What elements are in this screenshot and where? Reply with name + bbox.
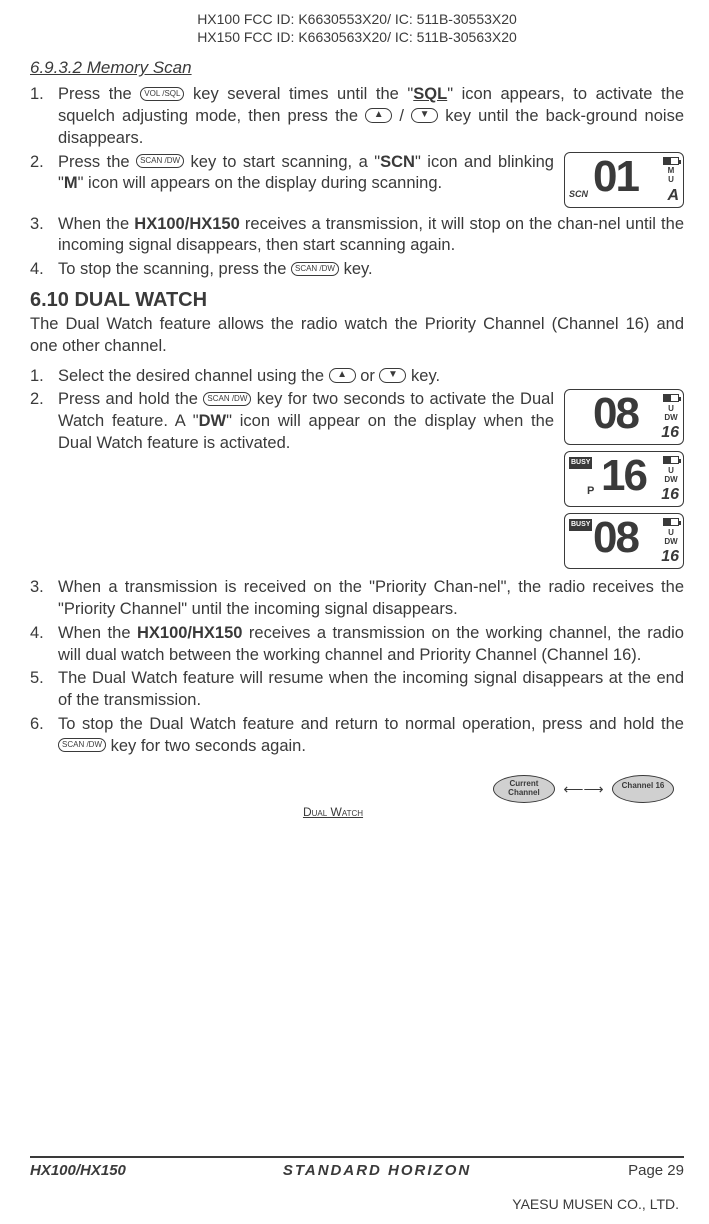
step-body: When the HX100/HX150 receives a transmis… [58,623,684,667]
dw-step-1: 1. Select the desired channel using the … [30,366,684,388]
step-body: The Dual Watch feature will resume when … [58,668,684,712]
channel-16-oval: Channel 16 [612,775,674,803]
step-number: 2. [30,389,58,575]
page-footer: HX100/HX150 STANDARD HORIZON Page 29 [30,1156,684,1179]
battery-icon [663,157,679,165]
step-3: 3. When the HX100/HX150 receives a trans… [30,214,684,258]
footer-model: HX100/HX150 [30,1162,126,1179]
step-body: Select the desired channel using the ▲ o… [58,366,684,388]
lcd-dw-1: 08 U DW 16 [564,389,684,445]
busy-indicator: BUSY [569,519,592,530]
down-key-icon: ▼ [411,108,438,123]
lcd-digits: 16 [601,454,646,498]
vol-sql-key-icon: VOL /SQL [140,87,184,101]
busy-indicator: BUSY [569,457,592,468]
step-number: 1. [30,84,58,149]
header-fcc-ids: HX100 FCC ID: K6630553X20/ IC: 511B-3055… [30,10,684,46]
dw-step-6: 6. To stop the Dual Watch feature and re… [30,714,684,758]
step-number: 5. [30,668,58,712]
scan-dw-key-icon: SCAN /DW [203,392,251,406]
arrows-icon: ⟵⟶ [563,781,603,798]
scan-dw-key-icon: SCAN /DW [58,738,106,752]
lcd-dw-2: BUSY P 16 U DW 16 [564,451,684,507]
dual-watch-steps: 1. Select the desired channel using the … [30,366,684,758]
footer-brand: STANDARD HORIZON [283,1162,471,1179]
step-number: 1. [30,366,58,388]
lcd-dw-3: BUSY 08 U DW 16 [564,513,684,569]
lcd-sub: 16 [661,425,679,441]
step-body: To stop the Dual Watch feature and retur… [58,714,684,758]
lcd-sub: 16 [661,487,679,503]
fcc-line-2: HX150 FCC ID: K6630563X20/ IC: 511B-3056… [30,28,684,46]
lcd-sub: A [667,188,679,204]
battery-icon [663,394,679,402]
dw-step-5: 5. The Dual Watch feature will resume wh… [30,668,684,712]
step-1: 1. Press the VOL /SQL key several times … [30,84,684,149]
lcd-scn-display: 01 SCN M U A [564,152,684,208]
lcd-digits: 08 [593,516,638,560]
step-body: 01 SCN M U A Press the SCAN /DW key to s… [58,152,684,212]
lcd-right-col: U DW [663,456,679,484]
step-number: 3. [30,214,58,258]
step-number: 4. [30,259,58,281]
down-key-icon: ▼ [379,368,406,383]
up-key-icon: ▲ [329,368,356,383]
step-body: Press the VOL /SQL key several times unt… [58,84,684,149]
dw-step-3: 3. When a transmission is received on th… [30,577,684,621]
dual-watch-diagram: CurrentChannel ⟵⟶ Channel 16 Dual Watch [30,775,684,819]
lcd-stack: 08 U DW 16 BUSY P 16 U DW [564,389,684,575]
step-number: 6. [30,714,58,758]
lcd-scn-label: SCN [569,189,588,201]
dw-step-4: 4. When the HX100/HX150 receives a trans… [30,623,684,667]
fcc-line-1: HX100 FCC ID: K6630553X20/ IC: 511B-3055… [30,10,684,28]
scan-dw-key-icon: SCAN /DW [291,262,339,276]
lcd-right-col: U DW [663,394,679,422]
footer-page: Page 29 [628,1162,684,1179]
up-key-icon: ▲ [365,108,392,123]
step-body: When the HX100/HX150 receives a transmis… [58,214,684,258]
footer-company: YAESU MUSEN CO., LTD. [512,1196,679,1212]
step-number: 4. [30,623,58,667]
dual-watch-intro: The Dual Watch feature allows the radio … [30,314,684,358]
dual-watch-label: Dual Watch [30,805,636,819]
step-body: When a transmission is received on the "… [58,577,684,621]
current-channel-oval: CurrentChannel [493,775,555,803]
step-body: To stop the scanning, press the SCAN /DW… [58,259,684,281]
step-number: 2. [30,152,58,212]
section-title-memory-scan: 6.9.3.2 Memory Scan [30,58,684,78]
scan-dw-key-icon: SCAN /DW [136,154,184,168]
p-indicator: P [587,484,594,499]
step-number: 3. [30,577,58,621]
lcd-right-col: M U [663,157,679,185]
lcd-right-col: U DW [663,518,679,546]
step-4: 4. To stop the scanning, press the SCAN … [30,259,684,281]
lcd-digits: 01 [593,155,638,199]
memory-scan-steps: 1. Press the VOL /SQL key several times … [30,84,684,281]
battery-icon [663,518,679,526]
step-2: 2. 01 SCN M U A Press the SCAN /DW key t… [30,152,684,212]
step-body: 08 U DW 16 BUSY P 16 U DW [58,389,684,575]
lcd-sub: 16 [661,549,679,565]
section-title-dual-watch: 6.10 DUAL WATCH [30,289,684,312]
dw-step-2: 2. 08 U DW 16 BUSY P 16 [30,389,684,575]
battery-icon [663,456,679,464]
lcd-digits: 08 [593,392,638,436]
